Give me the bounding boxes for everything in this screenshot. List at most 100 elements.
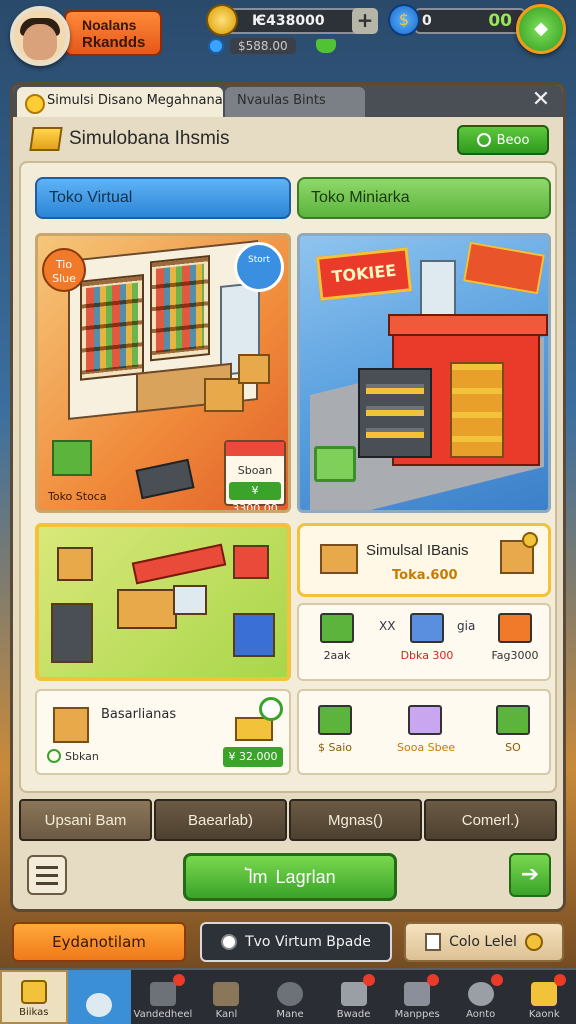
header-action-button[interactable]: Beoo: [457, 125, 549, 155]
x-mark: XX: [379, 619, 396, 633]
nav-item-map[interactable]: Manppes: [385, 970, 449, 1024]
store-price-tag: Sboan ¥ 3300.00: [224, 440, 286, 510]
minimarket-sign: TOKIEE: [315, 247, 413, 301]
boxes-icon: [340, 982, 367, 1006]
stock-label: Sbkan: [65, 749, 99, 763]
basic-card[interactable]: Basarlianas Sbkan ¥ 32.000: [35, 689, 291, 775]
shopping-cart-icon: [314, 446, 356, 482]
window-header: Simulobana Ihsmis: [29, 123, 230, 155]
store-price: ¥ 3300.00: [229, 482, 281, 510]
map-icon: [404, 982, 431, 1006]
item-list-1: 2aak XX Dbka 300 gia Fag3000: [297, 603, 551, 681]
category-minimarket[interactable]: Toko Miniarka: [297, 177, 551, 219]
basic-stock: Sbkan: [47, 749, 99, 763]
nav-label: Kanl: [215, 1009, 238, 1020]
tab-category-1[interactable]: Upsani Bam: [19, 799, 152, 841]
scanner-icon: [408, 705, 442, 735]
vending-machine: [51, 603, 93, 663]
basic-price: ¥ 32.000: [223, 747, 283, 767]
basket-icon: [315, 39, 336, 53]
tab-category-2[interactable]: Baearlab): [154, 799, 287, 841]
crate-icon: [496, 705, 530, 735]
nav-label: Vandedheel: [133, 1009, 193, 1020]
category-tabs: Upsani Bam Baearlab) Mgnas() Comerl.): [19, 799, 557, 841]
tab-secondary[interactable]: Nvaulas Bints: [225, 87, 365, 117]
tab-category-3[interactable]: Mgnas(): [289, 799, 422, 841]
notification-dot: [490, 974, 503, 986]
coin-amount: Ѥ438000: [252, 13, 325, 29]
notes-label: Colo Lelel: [449, 934, 517, 950]
list-item[interactable]: Fag3000: [487, 613, 543, 662]
gem-amount: $588.00: [230, 38, 296, 54]
list-item[interactable]: $ Saio: [307, 705, 363, 754]
next-arrow-button[interactable]: ➔: [509, 853, 551, 897]
top-hud: Noalans Rkandds Ѥ438000 + $588.00 0 00 $…: [0, 0, 576, 70]
crate-icon: [213, 982, 240, 1006]
shelf: [80, 273, 144, 381]
orange-action-button[interactable]: Eydanotilam: [12, 922, 186, 962]
main-action-button[interactable]: Ⴈm Lagrlan: [183, 853, 397, 901]
item-label: Dbka 300: [400, 649, 454, 662]
toggle-icon: [476, 133, 491, 147]
item-label: SO: [505, 741, 521, 754]
sofa-icon: [320, 544, 358, 574]
nav-label: Kaonk: [528, 1009, 560, 1020]
timer-button[interactable]: Tvo Virtum Bpade: [200, 922, 392, 962]
item-label: $ Saio: [317, 741, 352, 754]
menu-gem-button[interactable]: ◆: [516, 4, 566, 54]
price-tag-label: Sboan: [237, 464, 273, 477]
shop-panel: Toko Virtual Toko Miniarka Tio Slue Stor…: [19, 161, 557, 793]
supply-banner: [131, 543, 227, 585]
nav-label: Manppes: [394, 1009, 440, 1020]
item-list-2: $ Saio Sooa Sbee SO: [297, 689, 551, 775]
nav-item-crate[interactable]: Kanl: [195, 970, 259, 1024]
item-label: 2aak: [323, 649, 351, 662]
list-item[interactable]: SO: [485, 705, 541, 754]
list-item[interactable]: Dbka 300: [399, 613, 455, 662]
energy-right-value: 00: [488, 11, 512, 31]
display-cabinet: [358, 368, 432, 458]
list-item[interactable]: 2aak: [309, 613, 365, 662]
player-subtitle: Rkandds: [82, 34, 146, 51]
supply-card[interactable]: [35, 523, 291, 681]
energy-counter: 0 00: [414, 8, 526, 34]
item-tag: gia: [457, 619, 476, 633]
close-icon[interactable]: ✕: [529, 87, 553, 113]
stock-icon: [47, 749, 61, 763]
crown-icon: [531, 982, 558, 1006]
nav-item-globe[interactable]: [67, 970, 132, 1024]
list-item[interactable]: Sooa Sbee: [397, 705, 456, 754]
player-name-plate[interactable]: Noalans Rkandds: [64, 10, 162, 56]
tab-simulation[interactable]: Simulsi Disano Megahnanax: [17, 87, 223, 117]
note-icon: [425, 933, 442, 951]
nav-label: Bwade: [336, 1009, 371, 1020]
tab-category-4[interactable]: Comerl.): [424, 799, 557, 841]
warehouse-icon: [149, 982, 176, 1006]
nav-item-store[interactable]: Biikas: [0, 970, 68, 1024]
notification-dot: [554, 974, 567, 986]
add-coins-button[interactable]: +: [352, 8, 378, 34]
nav-item-people[interactable]: Aonto: [449, 970, 513, 1024]
simulation-card[interactable]: Simulsal IBanis Toka.600: [297, 523, 551, 597]
crate-icon: [318, 705, 352, 735]
crate: [238, 354, 270, 384]
nav-label: Mane: [276, 1009, 304, 1020]
list-menu-button[interactable]: [27, 855, 67, 895]
notes-button[interactable]: Colo Lelel: [404, 922, 564, 962]
item-label: Sooa Sbee: [397, 741, 456, 754]
coin-icon: [524, 933, 543, 951]
player-avatar[interactable]: [10, 6, 70, 66]
simulation-price: Toka.600: [392, 568, 458, 583]
nav-item-rank[interactable]: Kaonk: [513, 970, 576, 1024]
nav-item-boxes[interactable]: Bwade: [322, 970, 386, 1024]
category-virtual-store[interactable]: Toko Virtual: [35, 177, 291, 219]
bottom-nav: Biikas Vandedheel Kanl Mane Bwade Manppe…: [0, 968, 576, 1024]
notification-dot: [426, 974, 439, 986]
box: [173, 585, 207, 615]
fridge-icon: [410, 613, 444, 643]
minimarket-card[interactable]: TOKIEE: [297, 233, 551, 513]
virtual-store-card[interactable]: Tio Slue Stort Toko Stoca Sboan ¥ 3300.0…: [35, 233, 291, 513]
window-tabs: Simulsi Disano Megahnanax Nvaulas Bints …: [13, 85, 563, 117]
nav-item-tools[interactable]: Mane: [258, 970, 322, 1024]
nav-item-warehouse[interactable]: Vandedheel: [131, 970, 195, 1024]
